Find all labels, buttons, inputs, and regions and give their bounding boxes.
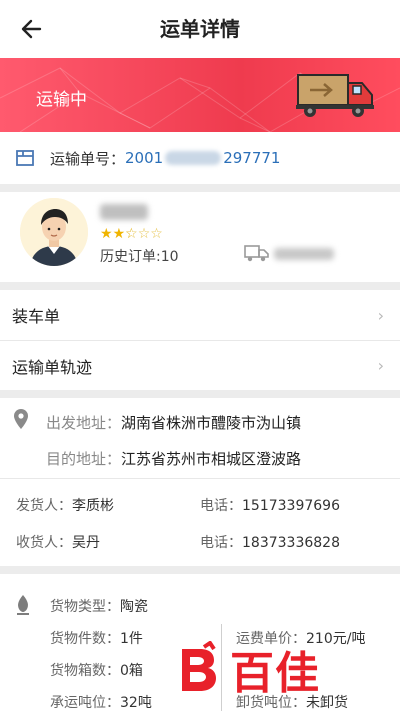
chevron-right-icon: › — [377, 356, 384, 375]
menu-label: 装车单 — [12, 307, 61, 326]
truck-icon — [244, 245, 269, 262]
waybill-icon — [16, 150, 34, 166]
waybill-number-suffix: 297771 — [223, 149, 281, 167]
destination-label: 目的地址： — [46, 450, 122, 468]
divider — [0, 184, 400, 192]
app-bar: 运单详情 — [0, 0, 400, 58]
status-banner: 运输中 — [0, 58, 400, 132]
menu-label: 运输单轨迹 — [12, 357, 93, 377]
destination-address: 目的地址：江苏省苏州市相城区澄波路 — [46, 448, 301, 469]
waybill-label: 运输单号： — [50, 149, 126, 168]
cargo-tonnage-value: 32吨 — [120, 695, 152, 711]
cargo-count: 货物件数：1件 — [50, 628, 143, 648]
address-block: 出发地址：湖南省株洲市醴陵市沩山镇 目的地址：江苏省苏州市相城区澄波路 — [0, 398, 400, 469]
destination-value: 江苏省苏州市相城区澄波路 — [121, 450, 302, 468]
sender-label: 发货人： — [16, 498, 72, 514]
delivery-truck-icon — [296, 74, 374, 117]
phone-value: 15173397696 — [242, 498, 340, 514]
receiver: 收货人：吴丹 — [16, 532, 100, 552]
cargo-tonnage-label: 承运吨位： — [50, 695, 120, 711]
cargo-type-value: 陶瓷 — [120, 599, 148, 615]
star-full-icon: ★ — [100, 226, 113, 242]
receiver-phone[interactable]: 电话：18373336828 — [200, 532, 340, 552]
menu-waybill-track[interactable]: 运输单轨迹 › — [0, 340, 400, 390]
waybill-number-prefix: 2001 — [125, 149, 164, 167]
cargo-type-label: 货物类型： — [50, 599, 120, 615]
shipping-status: 运输中 — [36, 90, 87, 110]
driver-rating: ★★☆☆☆ — [100, 226, 163, 242]
cargo-count-label: 货物件数： — [50, 631, 120, 647]
receiver-name: 吴丹 — [72, 535, 100, 551]
divider — [0, 390, 400, 398]
phone-label: 电话： — [200, 498, 242, 514]
arrow-left-icon[interactable] — [18, 14, 46, 44]
redacted-blur — [165, 151, 222, 165]
cargo-boxes-value: 0箱 — [120, 663, 143, 679]
cargo-count-value: 1件 — [120, 631, 143, 647]
cargo-boxes: 货物箱数：0箱 — [50, 660, 143, 680]
origin-label: 出发地址： — [46, 414, 122, 432]
divider — [0, 566, 400, 574]
origin-address: 出发地址：湖南省株洲市醴陵市沩山镇 — [46, 412, 301, 433]
avatar — [20, 198, 88, 266]
phone-value: 18373336828 — [242, 535, 340, 551]
chevron-right-icon: › — [377, 305, 384, 325]
origin-value: 湖南省株洲市醴陵市沩山镇 — [121, 414, 302, 432]
license-plate-redacted — [274, 248, 334, 260]
divider — [0, 282, 400, 290]
star-full-icon: ★ — [112, 226, 126, 242]
sender-name: 李质彬 — [72, 498, 114, 514]
watermark: 百佳 — [176, 637, 320, 701]
cargo-boxes-label: 货物箱数： — [50, 663, 120, 679]
order-history: 历史订单:10 — [100, 249, 179, 265]
waybill-row: 运输单号： 2001 297771 — [0, 132, 400, 184]
sender-phone[interactable]: 电话：15173397696 — [200, 495, 340, 515]
sender: 发货人：李质彬 — [16, 495, 114, 515]
driver-name-redacted — [100, 204, 148, 220]
phone-label: 电话： — [200, 535, 242, 551]
star-empty-icon: ☆ — [137, 226, 151, 242]
star-half-icon: ☆ — [125, 226, 138, 242]
receiver-label: 收货人： — [16, 535, 72, 551]
cargo-type: 货物类型：陶瓷 — [50, 596, 148, 616]
watermark-text: 百佳 — [230, 648, 320, 699]
driver-avatar-icon — [20, 198, 88, 266]
contacts-block: 发货人：李质彬 电话：15173397696 收货人：吴丹 电话：1837333… — [0, 479, 400, 559]
location-pin-icon — [14, 409, 28, 429]
cargo-icon — [17, 595, 29, 615]
route-section: 出发地址：湖南省株洲市醴陵市沩山镇 目的地址：江苏省苏州市相城区澄波路 发货人：… — [0, 398, 400, 566]
star-empty-icon: ☆ — [150, 226, 163, 242]
driver-card: ★★☆☆☆ 历史订单:10 — [0, 192, 400, 282]
menu-loading-list[interactable]: 装车单 › — [0, 290, 400, 340]
watermark-logo-icon — [182, 641, 216, 691]
cargo-tonnage: 承运吨位：32吨 — [50, 692, 152, 711]
page-title: 运单详情 — [160, 17, 240, 41]
